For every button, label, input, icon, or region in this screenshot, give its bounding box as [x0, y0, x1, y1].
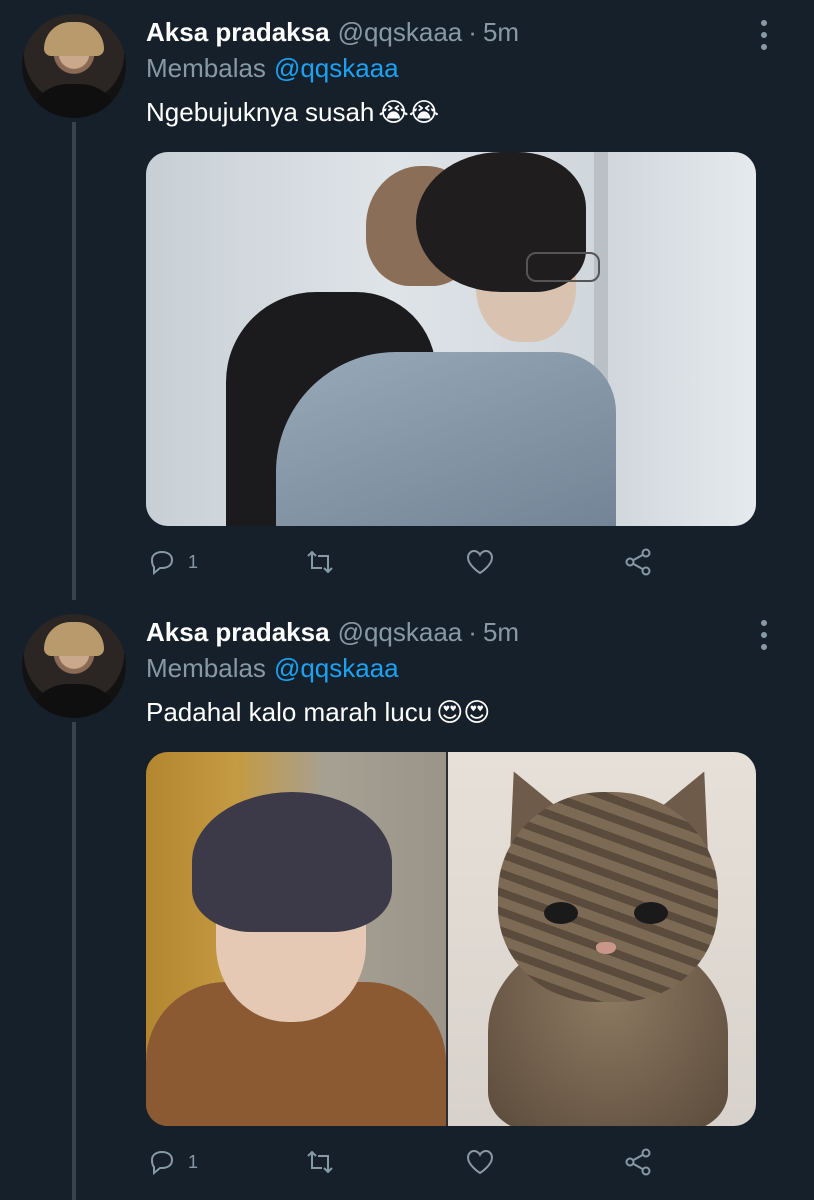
reply-button[interactable]: 1: [146, 1142, 198, 1182]
tweet-photo[interactable]: [146, 152, 756, 526]
author-name[interactable]: Aksa pradaksa: [146, 17, 330, 47]
tweet-actions: 1: [146, 1142, 666, 1182]
reply-context: Membalas @qqskaaa: [146, 52, 399, 84]
tweet-text-content: Padahal kalo marah lucu: [146, 697, 433, 727]
tweet-text-content: Ngebujuknya susah: [146, 97, 375, 127]
separator: ·: [468, 617, 477, 647]
share-icon: [625, 548, 651, 576]
reply-icon: [150, 1150, 174, 1176]
tweet[interactable]: Aksa pradaksa @qqskaaa · 5m Membalas @qqskaa…: [0, 0, 814, 600]
thread-connector: [72, 722, 76, 1200]
author-name[interactable]: Aksa pradaksa: [146, 617, 330, 647]
reply-mention-link[interactable]: @qqskaaa: [274, 653, 399, 683]
retweet-icon: [307, 550, 333, 574]
tweet-photo[interactable]: [146, 752, 446, 1126]
reply-context: Membalas @qqskaaa: [146, 652, 399, 684]
more-vertical-icon[interactable]: [760, 620, 768, 650]
reply-button[interactable]: 1: [146, 542, 198, 582]
tweet-photo[interactable]: [448, 752, 756, 1126]
tweet-text: Padahal kalo marah lucu 😍😍: [146, 696, 490, 729]
author-handle[interactable]: @qqskaaa: [338, 617, 463, 647]
like-button[interactable]: [464, 542, 496, 582]
reply-prefix: Membalas: [146, 53, 266, 83]
tweet-text: Ngebujuknya susah 😭😭: [146, 96, 439, 129]
share-button[interactable]: [622, 542, 654, 582]
timestamp[interactable]: 5m: [483, 617, 519, 647]
share-button[interactable]: [622, 1142, 654, 1182]
tweet-emojis: 😍😍: [436, 698, 491, 728]
retweet-button[interactable]: [304, 542, 336, 582]
share-icon: [625, 1148, 651, 1176]
timestamp[interactable]: 5m: [483, 17, 519, 47]
more-vertical-icon[interactable]: [760, 20, 768, 50]
tweet-header: Aksa pradaksa @qqskaaa · 5m: [146, 16, 519, 48]
tweet-emojis: 😭😭: [378, 98, 440, 128]
tweet-header: Aksa pradaksa @qqskaaa · 5m: [146, 616, 519, 648]
separator: ·: [468, 17, 477, 47]
reply-icon: [150, 550, 174, 576]
heart-icon: [466, 549, 494, 575]
reply-count: 1: [188, 1151, 199, 1172]
retweet-button[interactable]: [304, 1142, 336, 1182]
reply-count: 1: [188, 551, 199, 572]
avatar[interactable]: [22, 614, 126, 718]
reply-mention-link[interactable]: @qqskaaa: [274, 53, 399, 83]
tweet-actions: 1: [146, 542, 666, 582]
tweet[interactable]: Aksa pradaksa @qqskaaa · 5m Membalas @qqskaa…: [0, 600, 814, 1200]
tweet-photo-grid[interactable]: [146, 752, 756, 1126]
retweet-icon: [307, 1150, 333, 1174]
avatar[interactable]: [22, 14, 126, 118]
author-handle[interactable]: @qqskaaa: [338, 17, 463, 47]
heart-icon: [466, 1149, 494, 1175]
like-button[interactable]: [464, 1142, 496, 1182]
reply-prefix: Membalas: [146, 653, 266, 683]
thread-connector: [72, 122, 76, 600]
